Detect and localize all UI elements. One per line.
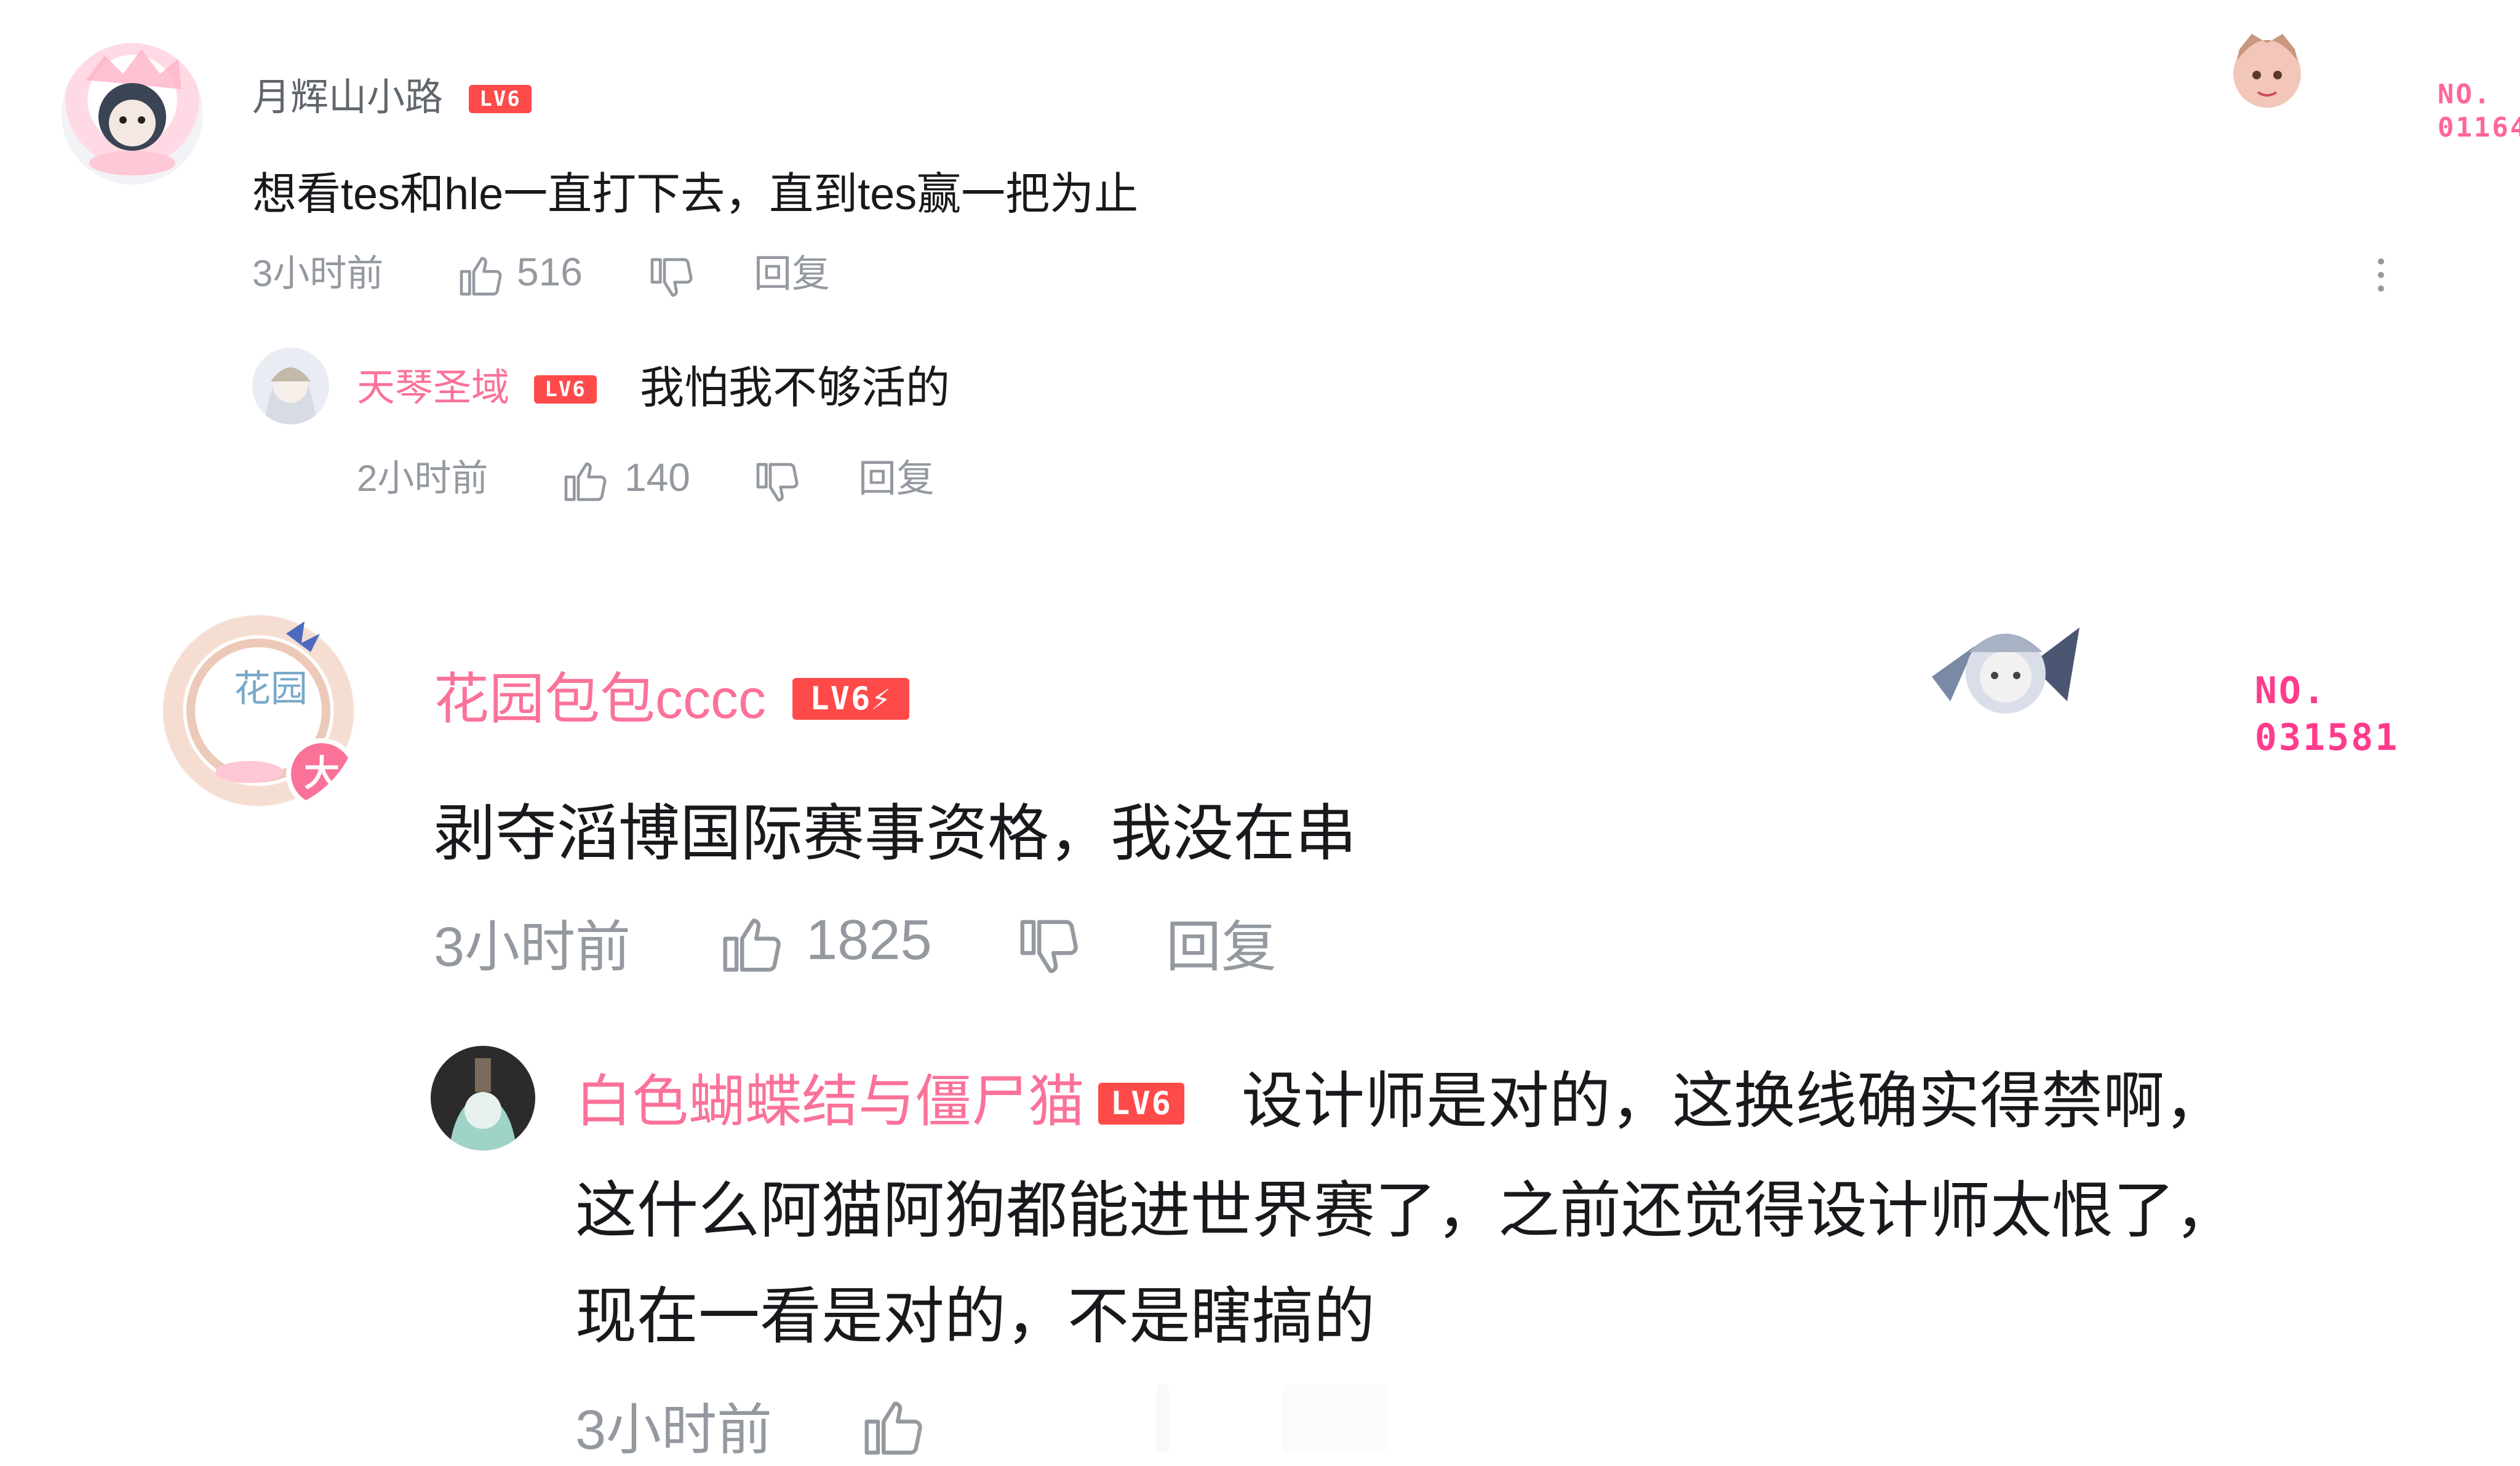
reply-text-line-1: 设计师是对的，这换线确实得禁啊，: [1242, 1067, 2226, 1136]
like-count: 516: [517, 250, 583, 294]
avatar-baise[interactable]: [431, 1046, 535, 1150]
reply-button[interactable]: 回复: [754, 255, 830, 293]
avatar-yuehui[interactable]: [62, 43, 203, 185]
dislike-icon[interactable]: [752, 458, 801, 508]
level-badge-label: LV6: [810, 680, 872, 717]
level-badge: LV6: [469, 85, 532, 113]
avatar-art-icon: [449, 1058, 517, 1150]
level-badge: LV6: [1098, 1083, 1184, 1125]
more-options-icon[interactable]: [2378, 258, 2384, 299]
like-count: 1825: [806, 909, 932, 971]
reply-text-line-3: 现在一看是对的，不是瞎搞的: [575, 1282, 1375, 1351]
like-icon[interactable]: [560, 456, 609, 506]
comment-time: 3小时前: [434, 917, 631, 978]
reply-time: 2小时前: [357, 458, 488, 499]
level-badge: LV6: [534, 375, 597, 404]
level-badge: LV6⚡: [792, 678, 909, 720]
like-count: 140: [624, 455, 690, 500]
fan-badge-number: 011646: [2437, 111, 2520, 143]
avatar-art-icon: [265, 366, 317, 424]
like-icon[interactable]: [717, 910, 784, 978]
reply-text-line-2: 这什么阿猫阿狗都能进世界赛了，之前还觉得设计师太恨了，: [575, 1176, 2236, 1245]
svg-text:园: 园: [271, 667, 308, 711]
like-icon[interactable]: [455, 251, 504, 300]
reply-button[interactable]: 回复: [858, 460, 935, 498]
fan-badge: NO. 011646: [2221, 25, 2520, 143]
reply-username[interactable]: 白色蝴蝶结与僵尸猫: [575, 1074, 1085, 1130]
fade-overlay: [911, 1378, 1649, 1466]
avatar-huayuan[interactable]: 花 园 大: [157, 609, 360, 812]
avatar-tianqin[interactable]: [252, 348, 329, 424]
reply-username[interactable]: 天琴圣域: [357, 369, 509, 407]
comment-text: 想看tes和hle一直打下去，直到tes赢一把为止: [252, 170, 1139, 219]
reply-text: 我怕我不够活的: [640, 364, 951, 413]
avatar-art-icon: [86, 49, 181, 175]
fan-badge-avatar-icon: [2233, 34, 2301, 108]
comment-time: 3小时前: [252, 253, 384, 294]
dislike-icon[interactable]: [1014, 914, 1082, 981]
verified-mark: 大: [286, 738, 357, 810]
lightning-icon: ⚡: [871, 680, 892, 717]
svg-text:花: 花: [234, 667, 271, 711]
fan-badge-number: 031581: [2254, 716, 2399, 759]
username[interactable]: 月辉山小路: [252, 79, 443, 117]
reply-button[interactable]: 回复: [1166, 920, 1277, 975]
verified-mark-label: 大: [303, 754, 340, 794]
username[interactable]: 花园包包cccc: [434, 672, 766, 727]
fan-badge-avatar-icon: [1932, 627, 2079, 714]
reply-time: 3小时前: [575, 1400, 773, 1461]
fan-badge: NO. 031581: [1926, 609, 2398, 759]
comment-text: 剥夺滔博国际赛事资格，我没在串: [434, 799, 1357, 868]
dislike-icon[interactable]: [646, 253, 695, 303]
